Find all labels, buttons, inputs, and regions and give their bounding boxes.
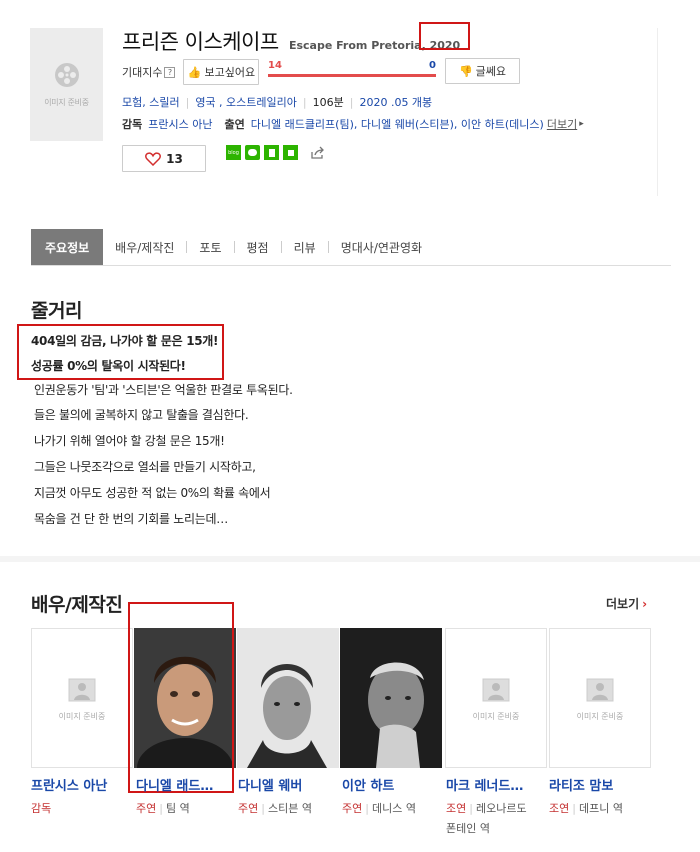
tab-main-info[interactable]: 주요정보 bbox=[31, 229, 104, 265]
cast-photo-placeholder[interactable]: 이미지 준비중 bbox=[445, 628, 547, 768]
cast-label: 출연 bbox=[224, 118, 245, 131]
synopsis-line: 지금껏 아무도 성공한 적 없는 0%의 확률 속에서 bbox=[34, 486, 271, 500]
bookmark-icon[interactable] bbox=[264, 145, 279, 160]
cast-photo[interactable] bbox=[237, 628, 339, 768]
director-label: 감독 bbox=[122, 118, 143, 131]
share-icons: blog bbox=[226, 145, 325, 160]
tab-review[interactable]: 리뷰 bbox=[282, 229, 328, 265]
synopsis-heading: 줄거리 bbox=[31, 300, 82, 322]
cast-role: 주연 | 팀 역 bbox=[136, 802, 190, 815]
director-name[interactable]: 프란시스 아난 bbox=[148, 116, 212, 132]
talk-icon[interactable] bbox=[245, 145, 260, 160]
cast-role: 주연 | 스티븐 역 bbox=[238, 802, 312, 815]
actor-photo-daniel-webber bbox=[237, 628, 339, 768]
cast-role-continued: 폰테인 역 bbox=[446, 822, 490, 835]
like-button[interactable]: 13 bbox=[122, 145, 206, 172]
header-card-border bbox=[657, 28, 658, 196]
cast-heading: 배우/제작진 bbox=[31, 594, 123, 616]
section-divider bbox=[0, 556, 700, 562]
tab-cast[interactable]: 배우/제작진 bbox=[103, 229, 186, 265]
synopsis-highlight-2: 성공률 0%의 탈옥이 시작된다! bbox=[31, 359, 186, 373]
cast-highlight-box bbox=[128, 602, 234, 793]
not-sure-label: 글쎄요 bbox=[475, 65, 507, 78]
thumbs-up-icon: 👍 bbox=[187, 65, 202, 79]
tab-photo[interactable]: 포토 bbox=[187, 229, 233, 265]
actor-photo-ian-hart bbox=[340, 628, 442, 768]
synopsis-line: 그들은 나뭇조각으로 열쇠를 만들기 시작하고, bbox=[34, 460, 256, 474]
credits-more-link[interactable]: 더보기 bbox=[547, 116, 577, 132]
help-icon[interactable]: ? bbox=[164, 66, 176, 78]
chevron-right-icon: ▸ bbox=[579, 119, 584, 129]
cast-name[interactable]: 마크 레너드… bbox=[446, 775, 550, 794]
synopsis-highlight-1: 404일의 감금, 나가야 할 문은 15개! bbox=[31, 334, 219, 348]
poster-placeholder: 이미지 준비중 bbox=[30, 28, 103, 141]
thumbs-down-icon: 👎 bbox=[458, 64, 473, 78]
person-placeholder-icon bbox=[482, 678, 510, 701]
cast-role: 조연 | 레오나르도 bbox=[446, 802, 527, 815]
cast-more-link[interactable]: 더보기 › bbox=[606, 595, 647, 612]
cast-names[interactable]: 다니엘 래드클리프(팀), 다니엘 웨버(스티븐), 이안 하트(데니스) bbox=[251, 116, 544, 132]
cast-name[interactable]: 프란시스 아난 bbox=[31, 775, 135, 794]
cast-role: 주연 | 데니스 역 bbox=[342, 802, 416, 815]
synopsis-line: 들은 불의에 굴복하지 않고 탈출을 결심한다. bbox=[34, 408, 249, 422]
like-count: 13 bbox=[166, 151, 183, 166]
want-to-see-button[interactable]: 👍 보고싶어요 bbox=[183, 59, 260, 85]
cast-name[interactable]: 다니엘 래드… bbox=[136, 775, 240, 794]
meta-row: 모험, 스릴러 | 영국 , 오스트레일리아 | 106분 | 2020 .05… bbox=[122, 94, 433, 110]
movie-title-ko: 프리즌 이스케이프 bbox=[122, 30, 279, 54]
cast-photo-placeholder[interactable]: 이미지 준비중 bbox=[31, 628, 133, 768]
cast-name[interactable]: 라티조 맘보 bbox=[549, 775, 653, 794]
poster-placeholder-text: 이미지 준비중 bbox=[44, 98, 89, 107]
want-count: 14 bbox=[268, 60, 282, 71]
expectation-bar-fill bbox=[268, 74, 436, 77]
tab-rating[interactable]: 평점 bbox=[235, 229, 281, 265]
heart-icon bbox=[145, 151, 162, 166]
person-placeholder-icon bbox=[586, 678, 614, 701]
want-to-see-label: 보고싶어요 bbox=[204, 66, 256, 79]
tab-quotes[interactable]: 명대사/연관영화 bbox=[329, 229, 434, 265]
cast-role: 조연 | 데프니 역 bbox=[549, 802, 623, 815]
expectation-label: 기대지수 bbox=[122, 66, 163, 79]
credits-row: 감독 프란시스 아난 출연 다니엘 래드클리프(팀), 다니엘 웨버(스티븐),… bbox=[122, 116, 584, 132]
film-reel-icon bbox=[54, 63, 79, 87]
expectation-row: 기대지수 ? 👍 보고싶어요 bbox=[122, 59, 260, 85]
blog-icon[interactable]: blog bbox=[226, 145, 241, 160]
synopsis-line: 나가기 위해 열어야 할 강철 문은 15개! bbox=[34, 434, 225, 448]
year-highlight-box bbox=[419, 22, 470, 50]
movie-title-en: Escape From Pretoria bbox=[288, 39, 422, 52]
memo-icon[interactable] bbox=[283, 145, 298, 160]
expectation-bar: 14 0 bbox=[268, 60, 436, 77]
cast-name[interactable]: 이안 하트 bbox=[342, 775, 446, 794]
cast-photo-placeholder[interactable]: 이미지 준비중 bbox=[549, 628, 651, 768]
not-sure-button[interactable]: 👎 글쎄요 bbox=[445, 58, 520, 84]
synopsis-line: 인권운동가 '팀'과 '스티븐'은 억울한 판결로 투옥된다. bbox=[34, 383, 293, 397]
cast-name[interactable]: 다니엘 웨버 bbox=[238, 775, 342, 794]
dont-count: 0 bbox=[429, 60, 436, 71]
movie-title: 프리즌 이스케이프 Escape From Pretoria, 2020 bbox=[122, 26, 460, 56]
synopsis-line: 목숨을 건 단 한 번의 기회를 노리는데… bbox=[34, 512, 228, 526]
cast-photo[interactable] bbox=[340, 628, 442, 768]
share-icon[interactable] bbox=[310, 146, 325, 160]
country[interactable]: 영국 , 오스트레일리아 bbox=[195, 94, 297, 110]
release-date[interactable]: 2020 .05 개봉 bbox=[359, 94, 432, 110]
genre[interactable]: 모험, 스릴러 bbox=[122, 94, 180, 110]
runtime: 106분 bbox=[312, 96, 344, 109]
chevron-right-icon: › bbox=[642, 596, 648, 611]
cast-role: 감독 bbox=[31, 802, 52, 815]
person-placeholder-icon bbox=[68, 678, 96, 701]
tab-bar: 주요정보 배우/제작진 포토 평점 리뷰 명대사/연관영화 bbox=[31, 229, 671, 266]
